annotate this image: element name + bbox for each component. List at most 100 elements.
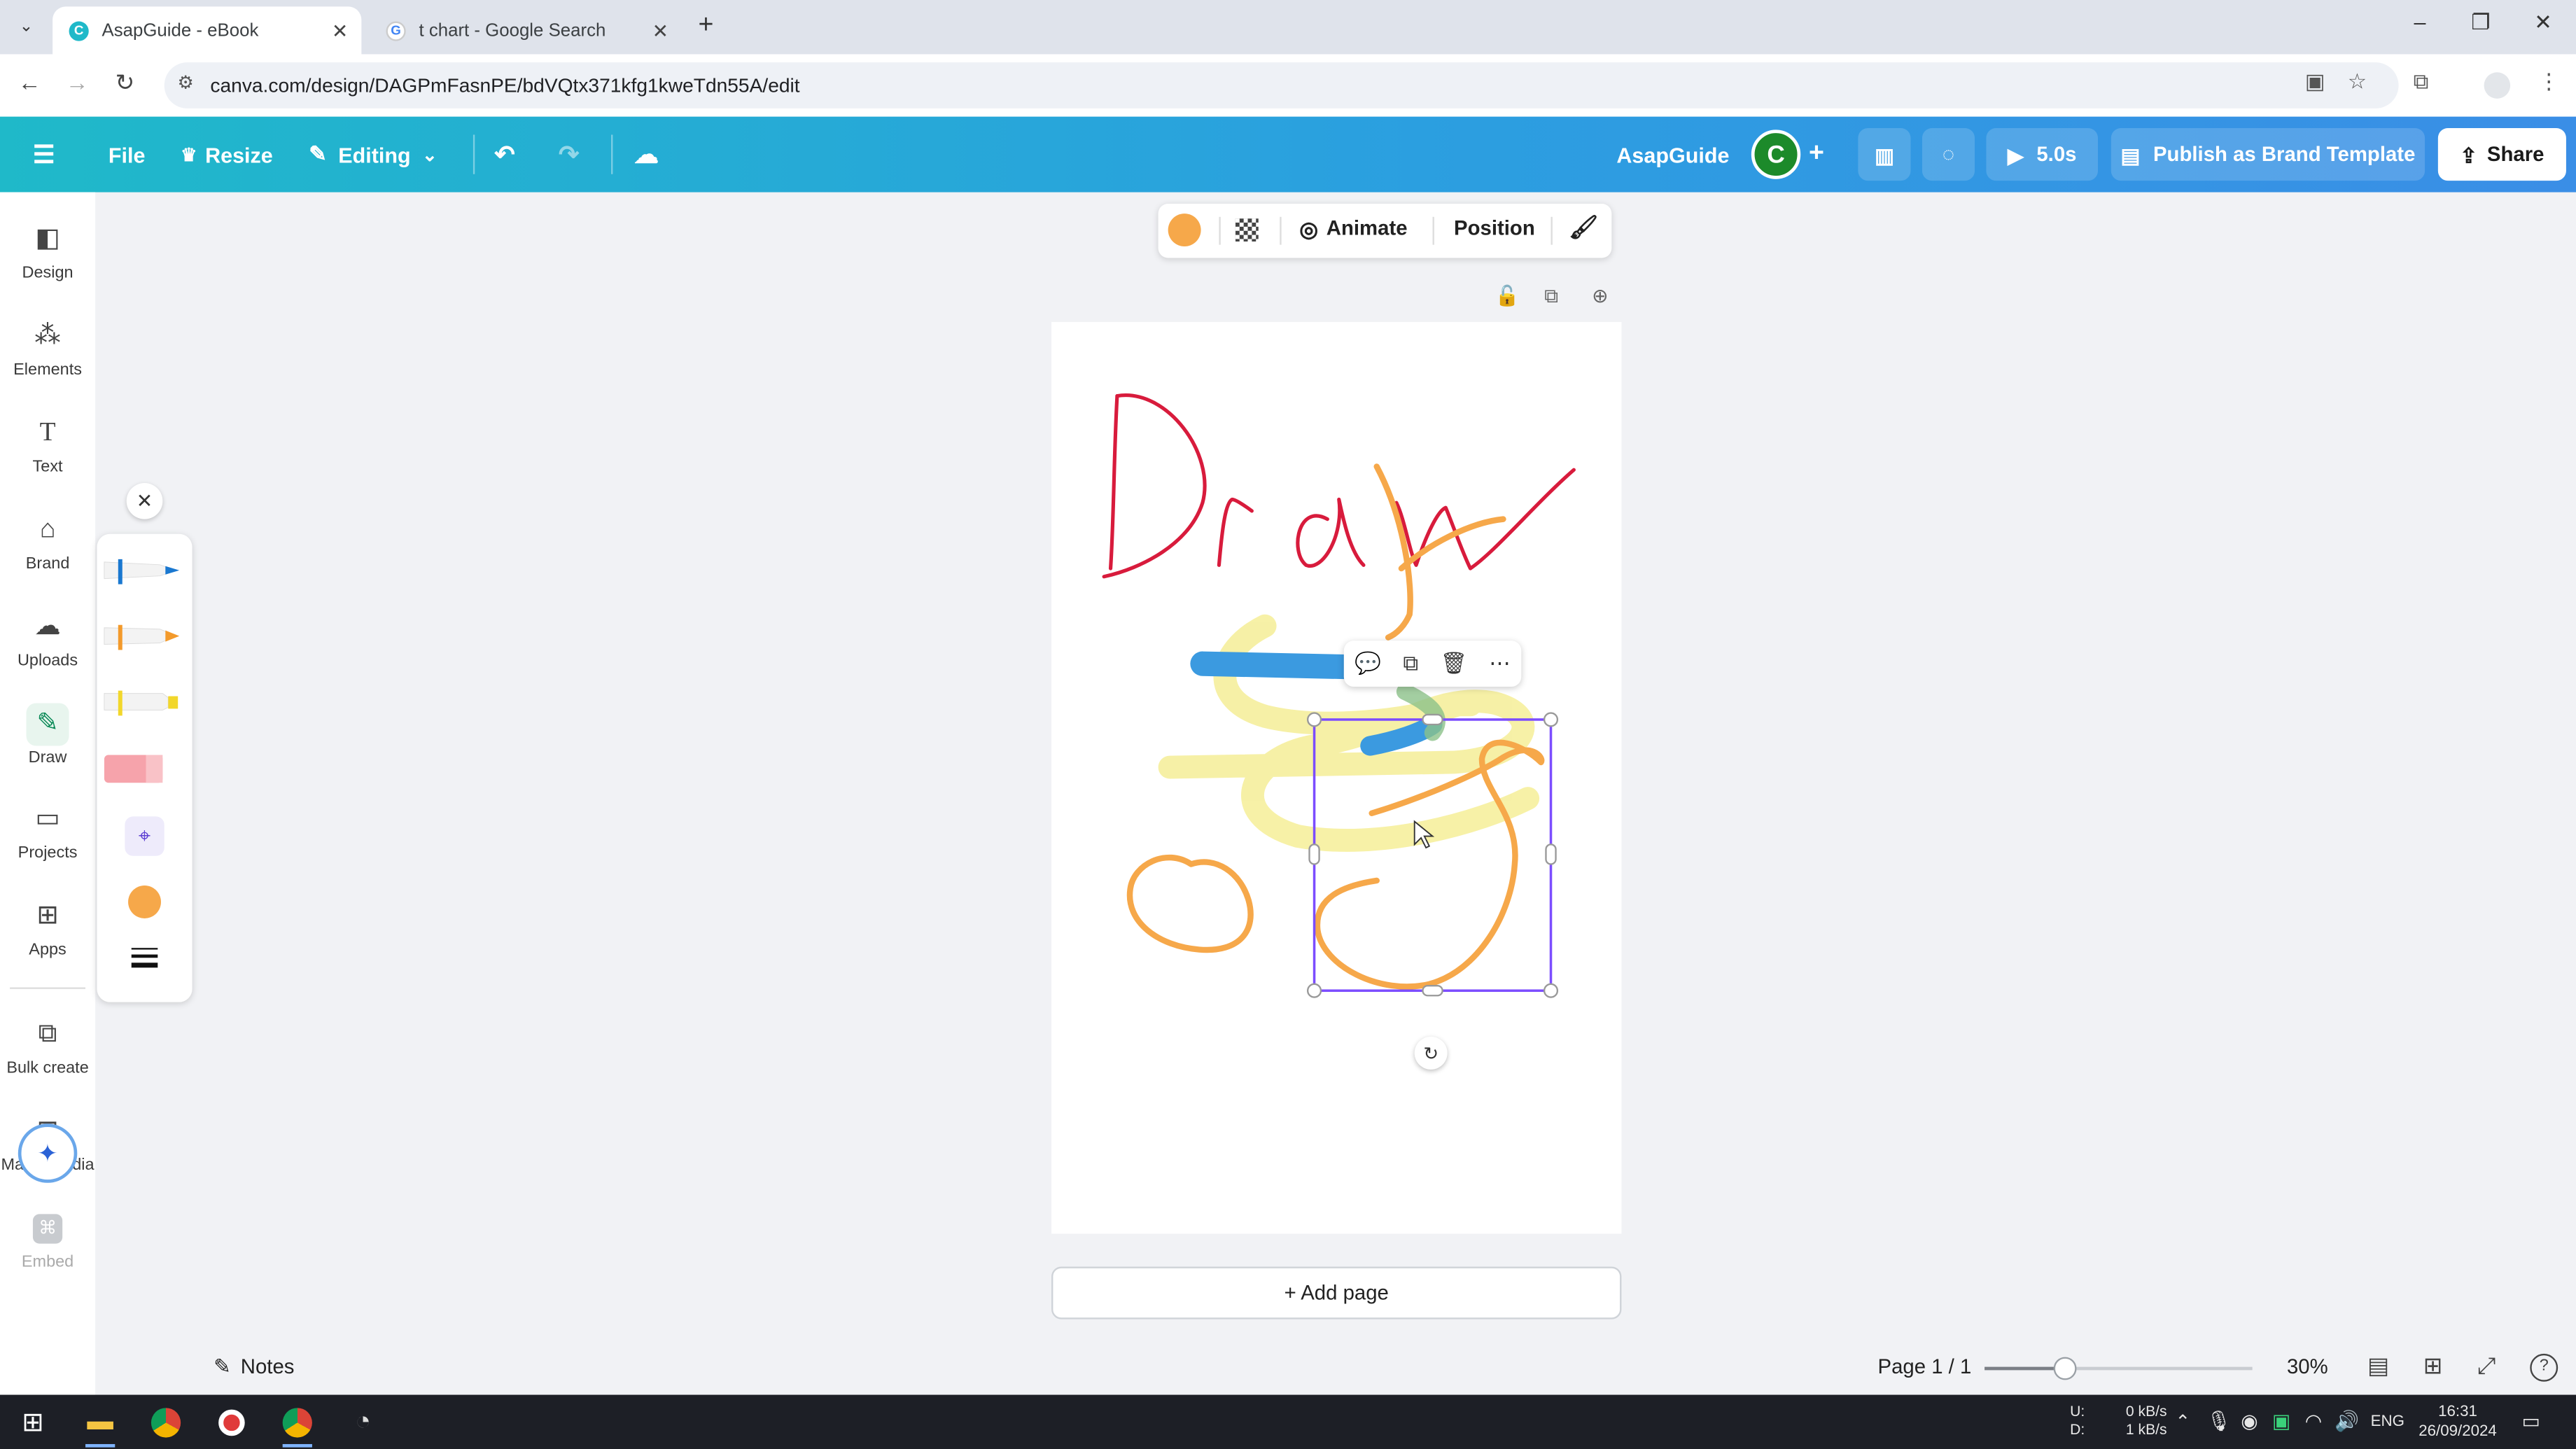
windows-start-icon[interactable]: ⊞ [13,1403,52,1442]
magic-assistant-sparkle-icon[interactable]: ✦ [18,1124,78,1183]
duplicate-page-icon[interactable]: ⧉ [1544,284,1558,309]
chrome-icon[interactable] [146,1403,186,1442]
rotate-handle-icon[interactable]: ↻ [1414,1036,1448,1070]
highlighter-tool[interactable] [97,685,192,722]
close-window-icon[interactable]: ✕ [2527,10,2560,36]
grid-view-icon[interactable]: ⊞ [2423,1352,2443,1380]
resize-button[interactable]: ♛ Resize [181,117,273,192]
design-page[interactable]: 💬 ⧉ 🗑 ⋯ ↻ [1051,322,1622,1234]
system-clock[interactable]: 16:31 26/09/2024 [2418,1403,2498,1442]
wifi-icon[interactable]: ◠ [2305,1410,2323,1433]
sidebar-item-text[interactable]: T Text [0,416,95,476]
tray-green-app-icon[interactable]: ▣ [2272,1410,2291,1433]
avatar[interactable]: C [1751,130,1801,179]
notifications-icon[interactable]: ▭ [2522,1410,2541,1433]
close-tab-icon[interactable]: ✕ [332,19,349,42]
minimize-icon[interactable]: – [2404,10,2437,34]
draw-color-swatch[interactable] [128,886,162,918]
eraser-tool[interactable] [97,751,192,788]
add-page-icon[interactable]: ⊕ [1592,284,1609,307]
invite-plus-icon[interactable]: + [1809,117,1824,192]
left-sidebar: ◧ Design ⁂ Elements T Text ⌂ Brand ☁ Upl… [0,192,96,1395]
stroke-weight-icon[interactable] [131,948,158,968]
comment-add-icon[interactable]: 💬 [1354,650,1381,677]
reload-icon[interactable]: ↻ [110,69,139,97]
more-options-icon[interactable]: ⋯ [1489,650,1511,677]
comments-icon[interactable]: ◌ [1921,128,1975,181]
undo-icon[interactable]: ↶ [494,117,515,192]
zoom-slider-knob[interactable] [2053,1357,2077,1380]
select-cursor-icon[interactable]: ⌖ [125,816,164,856]
recorder-icon[interactable] [212,1403,251,1442]
sidebar-item-apps[interactable]: ⊞ Apps [0,899,95,959]
canva-header: ☰ File ♛ Resize ✎ Editing ⌄ ↶ ↷ ☁ AsapGu… [0,116,2576,192]
profile-icon[interactable] [2484,72,2511,99]
tray-expand-icon[interactable]: ⌃ [2175,1411,2190,1432]
file-menu[interactable]: File [108,117,146,192]
notes-button[interactable]: ✎ Notes [214,1354,294,1378]
share-button[interactable]: ⇪ Share [2437,128,2566,181]
clock-app-icon[interactable]: ◔ [344,1403,383,1442]
copy-style-paint-roller-icon[interactable]: 🖌 [1569,214,1598,241]
animate-button[interactable]: ◎ Animate [1299,217,1407,244]
chrome-active-icon[interactable] [278,1403,317,1448]
sidebar-item-brand[interactable]: ⌂ Brand [0,512,95,573]
cloud-saved-icon[interactable]: ☁ [634,117,659,192]
back-icon[interactable]: ← [15,69,44,96]
insights-chart-icon[interactable]: ▥ [1858,128,1911,181]
sidebar-item-design[interactable]: ◧ Design [0,222,95,283]
new-tab-icon[interactable]: + [698,11,713,41]
sidebar-item-uploads[interactable]: ☁ Uploads [0,610,95,670]
header-divider [472,117,475,192]
address-bar[interactable]: ⚙ canva.com/design/DAGPmFasnPE/bdVQtx371… [164,62,2399,108]
tray-app-icon[interactable]: ◉ [2241,1410,2258,1433]
toolbar-divider [1280,216,1282,245]
lock-page-icon[interactable]: 🔓 [1495,284,1520,307]
volume-icon[interactable]: 🔊 [2334,1410,2359,1433]
language-indicator[interactable]: ENG [2371,1413,2404,1431]
marker-tool[interactable] [97,620,192,656]
file-explorer-icon[interactable]: ▬ [80,1403,120,1448]
sidebar-item-draw[interactable]: ✎ Draw [0,703,95,767]
site-info-icon[interactable]: ⚙ [177,72,193,94]
duplicate-icon[interactable]: ⧉ [1403,650,1418,677]
page-indicator[interactable]: Page 1 / 1 [1878,1355,1972,1378]
brand-icon: ⌂ [39,515,56,544]
drawing-canvas[interactable] [1051,322,1621,1234]
element-color-swatch[interactable] [1168,214,1201,247]
pencil-icon: ✎ [309,141,327,167]
close-draw-panel-icon[interactable]: ✕ [126,483,163,519]
transparency-icon[interactable] [1235,218,1259,242]
help-icon[interactable]: ? [2530,1353,2558,1382]
tab-google-search[interactable]: G t chart - Google Search ✕ [370,6,682,54]
publish-brand-template-button[interactable]: ▤ Publish as Brand Template [2110,128,2426,181]
microphone-icon[interactable]: 🎙 [2206,1410,2232,1433]
tab-asapguide[interactable]: C AsapGuide - eBook ✕ [52,6,362,55]
google-favicon-icon: G [386,20,406,41]
forward-icon[interactable]: → [62,69,92,96]
trash-icon[interactable]: 🗑 [1440,650,1467,677]
close-tab-icon[interactable]: ✕ [652,19,669,42]
install-icon[interactable]: ▣ [2305,69,2325,96]
sidebar-item-embed[interactable]: ⌘ Embed [0,1211,95,1272]
tab-search-icon[interactable]: ⌄ [10,10,43,43]
add-page-button[interactable]: + Add page [1051,1266,1622,1320]
zoom-slider[interactable] [1984,1357,2253,1380]
position-button[interactable]: Position [1454,217,1535,240]
zoom-level[interactable]: 30% [2287,1355,2328,1378]
sidebar-item-elements[interactable]: ⁂ Elements [0,318,95,379]
pen-tool[interactable] [97,554,192,590]
design-title[interactable]: AsapGuide [1616,117,1729,192]
sidebar-item-projects[interactable]: ▭ Projects [0,802,95,862]
redo-icon[interactable]: ↷ [559,117,580,192]
editing-mode-dropdown[interactable]: ✎ Editing ⌄ [309,117,437,192]
fullscreen-icon[interactable]: ⤢ [2477,1352,2496,1380]
restore-icon[interactable]: ❐ [2464,10,2497,36]
sidebar-item-bulk-create[interactable]: ⧉ Bulk create [0,1017,95,1077]
bookmark-star-icon[interactable]: ☆ [2348,69,2367,96]
present-play-button[interactable]: ▶ 5.0s [1986,128,2099,181]
hamburger-menu-icon[interactable]: ☰ [33,117,55,192]
page-view-icon[interactable]: ▤ [2367,1352,2389,1380]
extensions-icon[interactable]: ⧉ [2414,69,2429,96]
menu-dots-icon[interactable]: ⋮ [2538,69,2560,96]
